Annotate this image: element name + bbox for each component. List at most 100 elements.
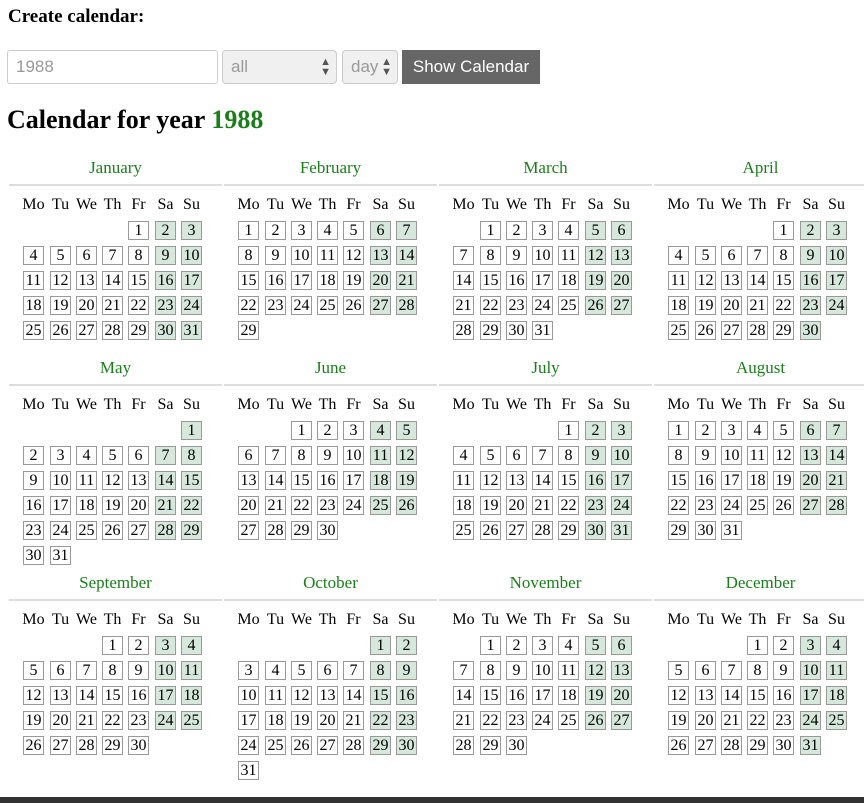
day-cell[interactable]: 16: [773, 686, 794, 705]
day-cell[interactable]: 17: [611, 471, 632, 490]
day-cell[interactable]: 3: [532, 221, 553, 240]
day-cell[interactable]: 29: [480, 321, 501, 340]
day-cell[interactable]: 5: [668, 661, 689, 680]
day-cell[interactable]: 22: [480, 296, 501, 315]
day-cell[interactable]: 12: [343, 246, 364, 265]
day-cell[interactable]: 19: [585, 271, 606, 290]
day-cell[interactable]: 12: [668, 686, 689, 705]
day-cell[interactable]: 26: [343, 296, 364, 315]
day-cell[interactable]: 4: [181, 636, 202, 655]
day-cell[interactable]: 15: [558, 471, 579, 490]
day-cell[interactable]: 6: [76, 246, 97, 265]
day-cell[interactable]: 11: [668, 271, 689, 290]
day-cell[interactable]: 7: [155, 446, 176, 465]
day-cell[interactable]: 27: [76, 321, 97, 340]
day-cell[interactable]: 26: [480, 521, 501, 540]
day-cell[interactable]: 21: [453, 296, 474, 315]
day-cell[interactable]: 23: [128, 711, 149, 730]
day-cell[interactable]: 17: [181, 271, 202, 290]
day-cell[interactable]: 29: [238, 321, 259, 340]
day-cell[interactable]: 16: [506, 686, 527, 705]
day-cell[interactable]: 8: [128, 246, 149, 265]
day-cell[interactable]: 19: [585, 686, 606, 705]
day-cell[interactable]: 27: [317, 736, 338, 755]
day-cell[interactable]: 7: [453, 246, 474, 265]
day-cell[interactable]: 25: [23, 321, 44, 340]
day-cell[interactable]: 28: [532, 521, 553, 540]
day-cell[interactable]: 13: [695, 686, 716, 705]
day-cell[interactable]: 5: [50, 246, 71, 265]
day-cell[interactable]: 3: [181, 221, 202, 240]
day-cell[interactable]: 21: [747, 296, 768, 315]
day-cell[interactable]: 15: [102, 686, 123, 705]
day-cell[interactable]: 27: [370, 296, 391, 315]
day-cell[interactable]: 27: [721, 321, 742, 340]
day-cell[interactable]: 29: [747, 736, 768, 755]
day-cell[interactable]: 7: [265, 446, 286, 465]
day-cell[interactable]: 9: [128, 661, 149, 680]
day-cell[interactable]: 16: [128, 686, 149, 705]
day-cell[interactable]: 8: [668, 446, 689, 465]
day-cell[interactable]: 5: [291, 661, 312, 680]
day-cell[interactable]: 5: [695, 246, 716, 265]
day-cell[interactable]: 11: [317, 246, 338, 265]
day-cell[interactable]: 3: [50, 446, 71, 465]
day-cell[interactable]: 7: [102, 246, 123, 265]
day-cell[interactable]: 24: [238, 736, 259, 755]
day-cell[interactable]: 2: [23, 446, 44, 465]
day-cell[interactable]: 7: [532, 446, 553, 465]
day-cell[interactable]: 16: [396, 686, 417, 705]
day-cell[interactable]: 5: [23, 661, 44, 680]
day-cell[interactable]: 2: [773, 636, 794, 655]
day-cell[interactable]: 23: [396, 711, 417, 730]
day-cell[interactable]: 25: [76, 521, 97, 540]
day-cell[interactable]: 9: [800, 246, 821, 265]
day-cell[interactable]: 9: [585, 446, 606, 465]
day-cell[interactable]: 4: [453, 446, 474, 465]
day-cell[interactable]: 28: [721, 736, 742, 755]
day-cell[interactable]: 21: [76, 711, 97, 730]
day-cell[interactable]: 13: [611, 661, 632, 680]
day-cell[interactable]: 3: [611, 421, 632, 440]
day-cell[interactable]: 14: [265, 471, 286, 490]
day-cell[interactable]: 31: [238, 761, 259, 780]
day-cell[interactable]: 7: [721, 661, 742, 680]
day-cell[interactable]: 10: [50, 471, 71, 490]
day-cell[interactable]: 22: [558, 496, 579, 515]
day-cell[interactable]: 14: [343, 686, 364, 705]
day-cell[interactable]: 30: [506, 321, 527, 340]
day-cell[interactable]: 12: [480, 471, 501, 490]
day-cell[interactable]: 25: [181, 711, 202, 730]
day-cell[interactable]: 15: [773, 271, 794, 290]
day-cell[interactable]: 25: [668, 321, 689, 340]
day-cell[interactable]: 18: [181, 686, 202, 705]
day-cell[interactable]: 11: [558, 661, 579, 680]
day-cell[interactable]: 15: [480, 686, 501, 705]
day-cell[interactable]: 10: [291, 246, 312, 265]
day-cell[interactable]: 1: [238, 221, 259, 240]
day-cell[interactable]: 27: [800, 496, 821, 515]
day-cell[interactable]: 10: [721, 446, 742, 465]
day-cell[interactable]: 4: [76, 446, 97, 465]
day-cell[interactable]: 14: [155, 471, 176, 490]
day-cell[interactable]: 30: [128, 736, 149, 755]
day-cell[interactable]: 16: [585, 471, 606, 490]
day-cell[interactable]: 11: [370, 446, 391, 465]
day-cell[interactable]: 25: [558, 296, 579, 315]
day-cell[interactable]: 25: [370, 496, 391, 515]
day-cell[interactable]: 1: [747, 636, 768, 655]
day-cell[interactable]: 13: [370, 246, 391, 265]
day-cell[interactable]: 14: [102, 271, 123, 290]
day-cell[interactable]: 31: [800, 736, 821, 755]
day-cell[interactable]: 6: [370, 221, 391, 240]
day-cell[interactable]: 3: [826, 221, 847, 240]
day-cell[interactable]: 1: [668, 421, 689, 440]
day-cell[interactable]: 8: [773, 246, 794, 265]
day-cell[interactable]: 20: [506, 496, 527, 515]
day-cell[interactable]: 7: [343, 661, 364, 680]
day-cell[interactable]: 11: [747, 446, 768, 465]
day-cell[interactable]: 13: [128, 471, 149, 490]
day-cell[interactable]: 22: [102, 711, 123, 730]
day-cell[interactable]: 11: [453, 471, 474, 490]
day-cell[interactable]: 4: [747, 421, 768, 440]
